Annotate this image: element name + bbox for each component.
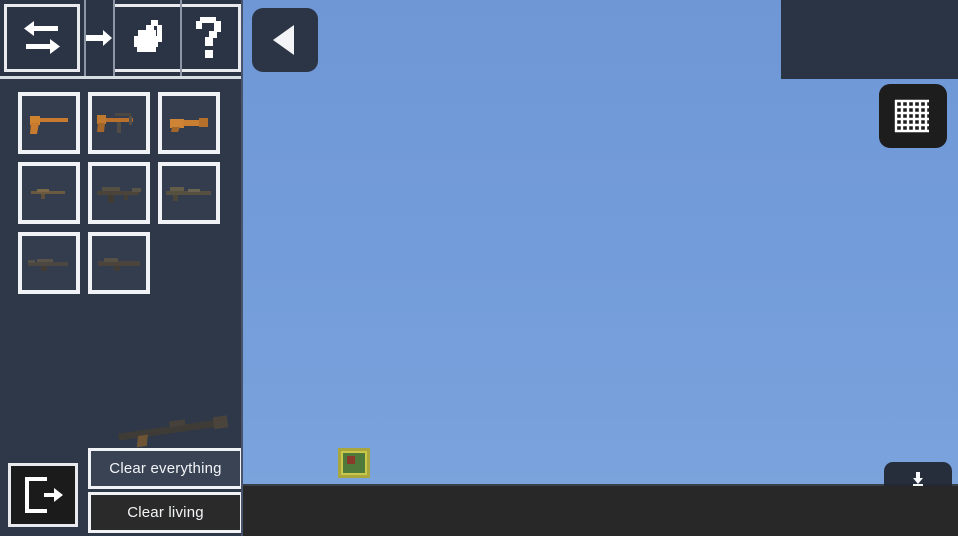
exit-door-icon [25, 477, 63, 513]
loose-weapon-grip [136, 434, 148, 448]
exit-button[interactable] [8, 463, 78, 527]
spawn-tool-button[interactable] [86, 4, 114, 72]
grid-mesh-icon [894, 99, 929, 133]
loose-rocket-launcher[interactable] [117, 410, 229, 448]
sniper-rifle-icon [166, 187, 211, 201]
swap-arrows-icon [24, 21, 60, 54]
weapon-slot-sawed-off[interactable] [158, 92, 220, 154]
help-tool-button[interactable] [182, 4, 241, 72]
left-sidebar: Clear everything Clear living [0, 0, 243, 536]
smg-icon [97, 113, 133, 133]
grid-toggle-button[interactable] [879, 84, 947, 148]
clear-living-label: Clear living [127, 504, 204, 521]
shotgun-icon [170, 118, 208, 132]
play-left-triangle-icon [273, 25, 294, 55]
toolbar-underline [0, 76, 243, 79]
download-button-occluder [868, 486, 958, 536]
loose-weapon-muzzle [212, 415, 229, 430]
assault-rifle-icon [97, 187, 141, 203]
weapon-slot-rocket-launcher[interactable] [88, 232, 150, 294]
swap-tool-button[interactable] [4, 4, 80, 72]
download-arrow-icon [913, 472, 923, 486]
arrow-right-bar-icon [86, 30, 112, 46]
question-mark-icon [196, 17, 221, 58]
weapon-slot-pistol[interactable] [18, 92, 80, 154]
clear-everything-button[interactable]: Clear everything [88, 448, 243, 489]
clear-everything-label: Clear everything [109, 460, 222, 477]
rifle-icon [31, 189, 65, 199]
machine-gun-icon [28, 259, 68, 271]
back-button[interactable] [252, 8, 318, 72]
tool-toolbar [0, 0, 243, 79]
playback-panel [781, 0, 958, 79]
grenade-tool-button[interactable] [115, 4, 181, 72]
crate-marker [347, 456, 355, 464]
grenade-icon [134, 20, 162, 52]
weapon-slot-smg[interactable] [88, 92, 150, 154]
game-screen: Clear everything Clear living [0, 0, 958, 536]
weapon-slot-sniper-rifle[interactable] [158, 162, 220, 224]
clear-living-button[interactable]: Clear living [88, 492, 243, 533]
sidebar-divider [241, 0, 243, 536]
weapon-slot-assault-rifle[interactable] [88, 162, 150, 224]
weapon-slot-machine-gun[interactable] [18, 232, 80, 294]
weapon-slot-rifle[interactable] [18, 162, 80, 224]
pistol-icon [30, 116, 68, 134]
crate-entity[interactable] [338, 448, 370, 478]
rocket-launcher-icon [98, 258, 140, 271]
